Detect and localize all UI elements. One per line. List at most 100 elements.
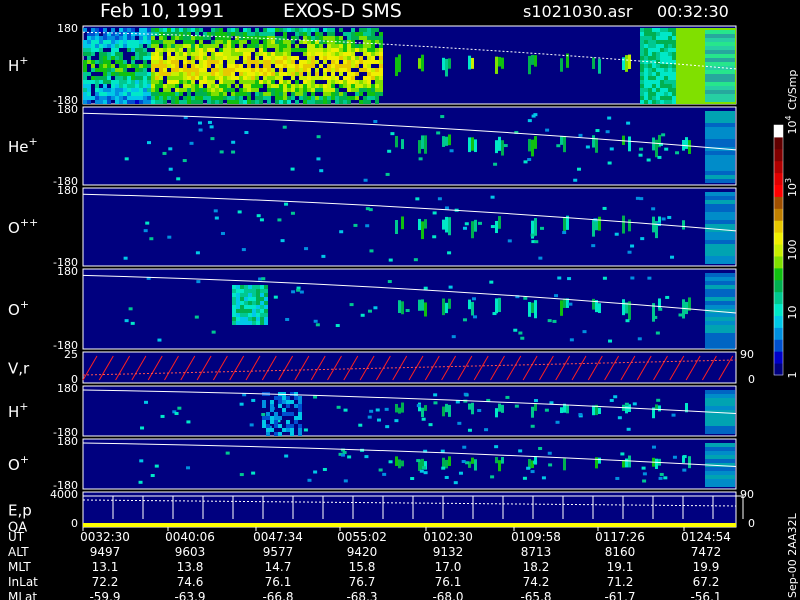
burst-cell <box>442 57 445 71</box>
density-cell <box>339 100 343 104</box>
scatter-cell <box>447 251 452 255</box>
density-cell <box>255 72 259 76</box>
density-cell <box>327 96 331 100</box>
density-cell <box>700 92 704 96</box>
density-cell <box>351 80 355 84</box>
burst-cell <box>424 302 427 317</box>
density-cell <box>99 80 103 84</box>
cluster-cell <box>264 309 268 313</box>
edge-cell <box>705 58 735 62</box>
density-cell <box>676 76 680 80</box>
density-cell <box>656 96 660 100</box>
cluster-cell <box>248 313 252 317</box>
spectrogram-figure: Feb 10, 1991 EXOS-D SMS s1021030.asr 00:… <box>8 0 799 600</box>
scatter-cell <box>186 466 191 470</box>
burst-cell <box>468 403 471 410</box>
cluster-cell <box>236 309 240 313</box>
scatter-cell <box>518 449 523 453</box>
burst-cell <box>448 404 451 417</box>
density-cell <box>700 68 704 72</box>
scatter-cell <box>343 479 348 483</box>
scatter-cell <box>413 258 418 262</box>
density-cell <box>303 100 307 104</box>
density-cell <box>335 64 339 68</box>
ephemeris-value: -66.8 <box>262 590 293 600</box>
density-cell <box>247 92 251 96</box>
density-cell <box>227 28 231 32</box>
ephemeris-value: 76.1 <box>265 575 292 589</box>
density-cell <box>155 44 159 48</box>
density-cell <box>331 92 335 96</box>
density-cell <box>139 72 143 76</box>
density-cell <box>680 76 684 80</box>
scatter-cell <box>182 159 187 163</box>
cluster-cell <box>248 285 252 289</box>
cluster-cell <box>248 317 252 321</box>
density-cell <box>335 92 339 96</box>
scatter-cell <box>467 428 472 432</box>
cluster-cell <box>298 412 302 416</box>
density-cell <box>131 80 135 84</box>
density-cell <box>371 84 375 88</box>
density-cell <box>692 60 696 64</box>
density-cell <box>199 40 203 44</box>
density-cell <box>668 64 672 68</box>
density-cell <box>640 52 644 56</box>
density-cell <box>676 52 680 56</box>
burst-cell <box>501 404 504 413</box>
density-cell <box>119 56 123 60</box>
density-cell <box>283 32 287 36</box>
edge-cell <box>705 455 735 459</box>
density-cell <box>259 84 263 88</box>
density-cell <box>355 48 359 52</box>
density-cell <box>347 96 351 100</box>
density-cell <box>664 68 668 72</box>
density-cell <box>139 84 143 88</box>
density-cell <box>143 64 147 68</box>
density-cell <box>275 84 279 88</box>
density-cell <box>111 88 115 92</box>
density-cell <box>159 36 163 40</box>
density-cell <box>363 68 367 72</box>
density-cell <box>347 48 351 52</box>
density-cell <box>107 100 111 104</box>
density-cell <box>131 48 135 52</box>
density-cell <box>648 80 652 84</box>
density-cell <box>263 76 267 80</box>
density-cell <box>235 68 239 72</box>
time-tick-label: 0109:58 <box>511 530 561 544</box>
cluster-cell <box>256 309 260 313</box>
density-cell <box>684 36 688 40</box>
burst-cell <box>628 54 631 69</box>
density-cell <box>111 68 115 72</box>
density-cell <box>343 80 347 84</box>
density-cell <box>103 60 107 64</box>
burst-cell <box>395 57 398 77</box>
scatter-cell <box>160 414 165 418</box>
density-cell <box>227 64 231 68</box>
density-cell <box>355 72 359 76</box>
density-cell <box>203 48 207 52</box>
scatter-cell <box>347 455 352 459</box>
cluster-cell <box>240 309 244 313</box>
density-cell <box>99 52 103 56</box>
cluster-cell <box>266 428 270 432</box>
cluster-cell <box>274 420 278 424</box>
density-cell <box>319 84 323 88</box>
density-cell <box>103 68 107 72</box>
density-cell <box>139 56 143 60</box>
density-cell <box>367 88 371 92</box>
burst-cell <box>658 298 661 309</box>
cluster-cell <box>274 424 278 428</box>
scatter-cell <box>144 400 149 404</box>
panel-label-sup: + <box>19 54 28 67</box>
density-cell <box>83 80 87 84</box>
cluster-cell <box>236 301 240 305</box>
cluster-cell <box>232 309 236 313</box>
density-cell <box>656 48 660 52</box>
density-cell <box>644 76 648 80</box>
density-cell <box>311 76 315 80</box>
density-cell <box>199 100 203 104</box>
density-cell <box>664 48 668 52</box>
burst-cell <box>471 402 474 415</box>
